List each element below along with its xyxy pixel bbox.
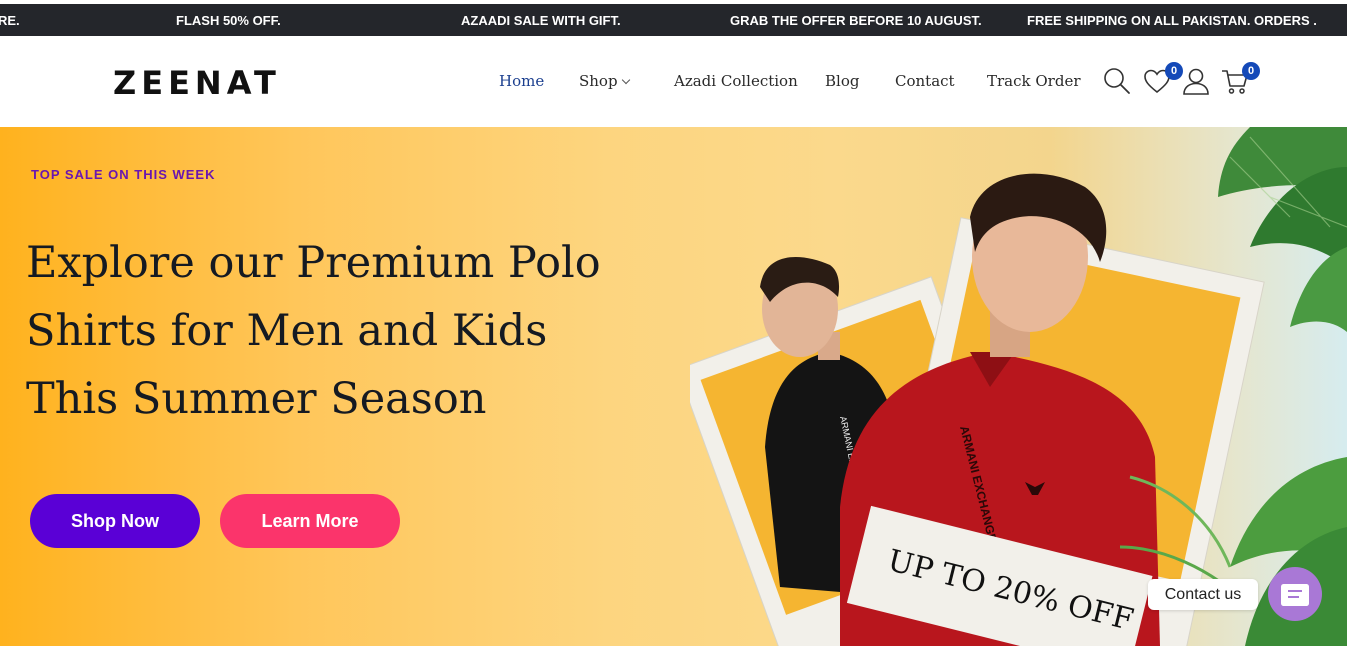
cart-count-badge: 0 [1242,62,1260,80]
hero-headline: Explore our Premium Polo Shirts for Men … [26,229,601,433]
shop-now-button[interactable]: Shop Now [30,494,200,548]
contact-us-label[interactable]: Contact us [1148,579,1258,610]
nav-azadi-collection[interactable]: Azadi Collection [674,72,798,90]
announcement-text: AZAADI SALE WITH GIFT. [461,13,621,28]
hero-headline-line: Explore our Premium Polo [26,238,601,288]
nav-blog[interactable]: Blog [825,72,859,90]
hero-banner: TOP SALE ON THIS WEEK Explore our Premiu… [0,127,1347,646]
announcement-text: FLASH 50% OFF. [176,13,281,28]
announcement-text: GRAB THE OFFER BEFORE 10 AUGUST. [730,13,982,28]
nav-home[interactable]: Home [499,72,544,90]
site-logo[interactable]: ZEENAT [113,64,281,102]
nav-shop[interactable]: Shop [579,72,630,90]
nav-shop-label: Shop [579,72,618,90]
site-header: ZEENAT Home Shop Azadi Collection Blog C… [0,36,1347,127]
announcement-text: FREE SHIPPING ON ALL PAKISTAN. ORDERS . [1027,13,1317,28]
announcement-text: RE. [0,13,20,28]
hero-eyebrow: TOP SALE ON THIS WEEK [31,167,216,182]
nav-contact[interactable]: Contact [895,72,955,90]
announcement-bar: RE. FLASH 50% OFF. AZAADI SALE WITH GIFT… [0,4,1347,36]
learn-more-button[interactable]: Learn More [220,494,400,548]
chat-icon [1281,584,1309,606]
hero-headline-line: This Summer Season [26,374,487,424]
search-icon[interactable] [1102,66,1132,96]
hero-image: ARMANI EXCHANGE ARMANI EXCHANGE UP TO 20… [690,127,1347,646]
hero-headline-line: Shirts for Men and Kids [26,306,548,356]
chevron-down-icon [621,75,630,85]
nav-track-order[interactable]: Track Order [987,72,1081,90]
contact-chat-button[interactable] [1268,567,1322,621]
user-icon[interactable] [1181,66,1211,96]
